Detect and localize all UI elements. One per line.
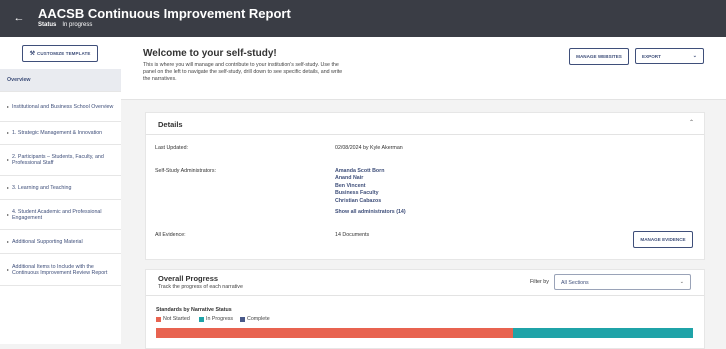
customize-template-label: CUSTOMIZE TEMPLATE <box>37 51 91 56</box>
sidebar-item-additional-items[interactable]: ▸ Additional Items to Include with the Co… <box>0 254 121 286</box>
header-bar: ← AACSB Continuous Improvement Report St… <box>0 0 726 37</box>
caret-right-icon: ▸ <box>7 184 10 190</box>
back-arrow-icon[interactable]: ← <box>12 12 26 24</box>
manage-websites-label: MANAGE WEBSITES <box>576 54 622 59</box>
filter-label: Filter by <box>530 279 549 285</box>
customize-template-button[interactable]: ⚒ CUSTOMIZE TEMPLATE <box>22 45 98 62</box>
details-card: Details ⌃ Last Updated: 02/08/2024 by Ky… <box>145 112 705 260</box>
legend-swatch <box>240 316 245 322</box>
manage-evidence-button[interactable]: MANAGE EVIDENCE <box>633 231 693 248</box>
legend-swatch <box>156 316 161 322</box>
sidebar-item-label: 1. Strategic Management & Innovation <box>12 130 103 136</box>
show-all-admins-link[interactable]: Show all administrators (14) <box>335 209 406 215</box>
last-updated-value: 02/08/2024 by Kyle Akerman <box>335 145 403 151</box>
caret-right-icon: ▸ <box>7 157 10 162</box>
legend-label: Complete <box>247 316 270 322</box>
manage-evidence-label: MANAGE EVIDENCE <box>640 237 686 242</box>
page-title: AACSB Continuous Improvement Report <box>38 6 291 21</box>
sidebar-item-label: Additional Items to Include with the Con… <box>12 263 108 276</box>
legend-not-started: Not Started <box>156 316 190 322</box>
details-header[interactable]: Details ⌃ <box>146 113 704 135</box>
caret-right-icon: ▸ <box>7 266 10 272</box>
sidebar-item-participants[interactable]: ▸ 2. Participants – Students, Faculty, an… <box>0 145 121 176</box>
caret-right-icon: ▸ <box>7 103 10 109</box>
chevron-down-icon: ⌄ <box>692 53 697 59</box>
progress-title: Overall Progress <box>158 274 219 283</box>
sidebar-item-label: Institutional and Business School Overvi… <box>12 103 114 110</box>
sidebar-item-label: 3. Learning and Teaching <box>12 184 72 191</box>
filter-select[interactable]: All Sections ⌄ <box>554 274 691 290</box>
sidebar-item-label: Overview <box>7 77 31 83</box>
admin-link[interactable]: Anand Nair <box>335 175 363 181</box>
overall-progress-card: Overall Progress Track the progress of e… <box>145 269 705 349</box>
caret-right-icon: ▸ <box>7 130 10 135</box>
sidebar-item-label: Additional Supporting Material <box>12 238 83 245</box>
details-title: Details <box>158 120 183 129</box>
status-label: Status <box>38 22 57 28</box>
caret-right-icon: ▸ <box>7 238 10 244</box>
welcome-panel: Welcome to your self-study! This is wher… <box>121 37 726 100</box>
bar-segment-not-started <box>156 328 514 338</box>
evidence-label: All Evidence: <box>155 232 186 238</box>
legend-label: Not Started <box>163 316 190 322</box>
admin-link[interactable]: Christian Cabazos <box>335 198 381 204</box>
status-bar <box>156 328 693 338</box>
admins-label: Self-Study Administrators: <box>155 168 216 174</box>
sidebar-item-label: 4. Student Academic and Professional Eng… <box>12 208 102 221</box>
legend-swatch <box>199 316 204 322</box>
caret-right-icon: ▸ <box>7 211 10 217</box>
legend-complete: Complete <box>240 316 270 322</box>
standards-title: Standards by Narrative Status <box>156 307 232 313</box>
export-dropdown[interactable]: EXPORT ⌄ <box>635 48 704 64</box>
welcome-title: Welcome to your self-study! <box>143 48 277 59</box>
legend-in-progress: In Progress <box>199 316 233 322</box>
sidebar-item-institutional-overview[interactable]: ▸ Institutional and Business School Overv… <box>0 92 121 122</box>
last-updated-label: Last Updated: <box>155 145 188 151</box>
progress-subtitle: Track the progress of each narrative <box>158 284 243 290</box>
admin-link[interactable]: Business Faculty <box>335 190 379 196</box>
sidebar-item-label: 2. Participants – Students, Faculty, and… <box>12 154 104 166</box>
sidebar-item-overview[interactable]: Overview <box>0 69 121 92</box>
divider <box>146 295 704 296</box>
sidebar: ⚒ CUSTOMIZE TEMPLATE Overview ▸ Institutio… <box>0 37 121 344</box>
admin-link[interactable]: Ben Vincent <box>335 183 366 189</box>
filter-value: All Sections <box>561 280 589 286</box>
legend-label: In Progress <box>206 316 234 322</box>
chevron-up-icon[interactable]: ⌃ <box>689 119 694 126</box>
bar-segment-in-progress <box>513 328 693 338</box>
wrench-icon: ⚒ <box>29 51 36 57</box>
manage-websites-button[interactable]: MANAGE WEBSITES <box>569 48 629 65</box>
sidebar-item-learning-teaching[interactable]: ▸ 3. Learning and Teaching <box>0 176 121 200</box>
status-line: Status In progress <box>38 22 92 28</box>
status-value: In progress <box>62 22 93 28</box>
sidebar-item-supporting-material[interactable]: ▸ Additional Supporting Material <box>0 230 121 254</box>
evidence-count: 14 Documents <box>335 232 370 238</box>
admin-link[interactable]: Amanda Scott Born <box>335 168 384 174</box>
export-label: EXPORT <box>642 54 661 59</box>
welcome-description: This is where you will manage and contri… <box>143 62 343 82</box>
sidebar-item-strategic-management[interactable]: ▸ 1. Strategic Management & Innovation <box>0 122 121 145</box>
main-content: Welcome to your self-study! This is wher… <box>121 37 726 349</box>
sidebar-item-student-engagement[interactable]: ▸ 4. Student Academic and Professional En… <box>0 200 121 230</box>
chevron-down-icon: ⌄ <box>679 279 684 285</box>
